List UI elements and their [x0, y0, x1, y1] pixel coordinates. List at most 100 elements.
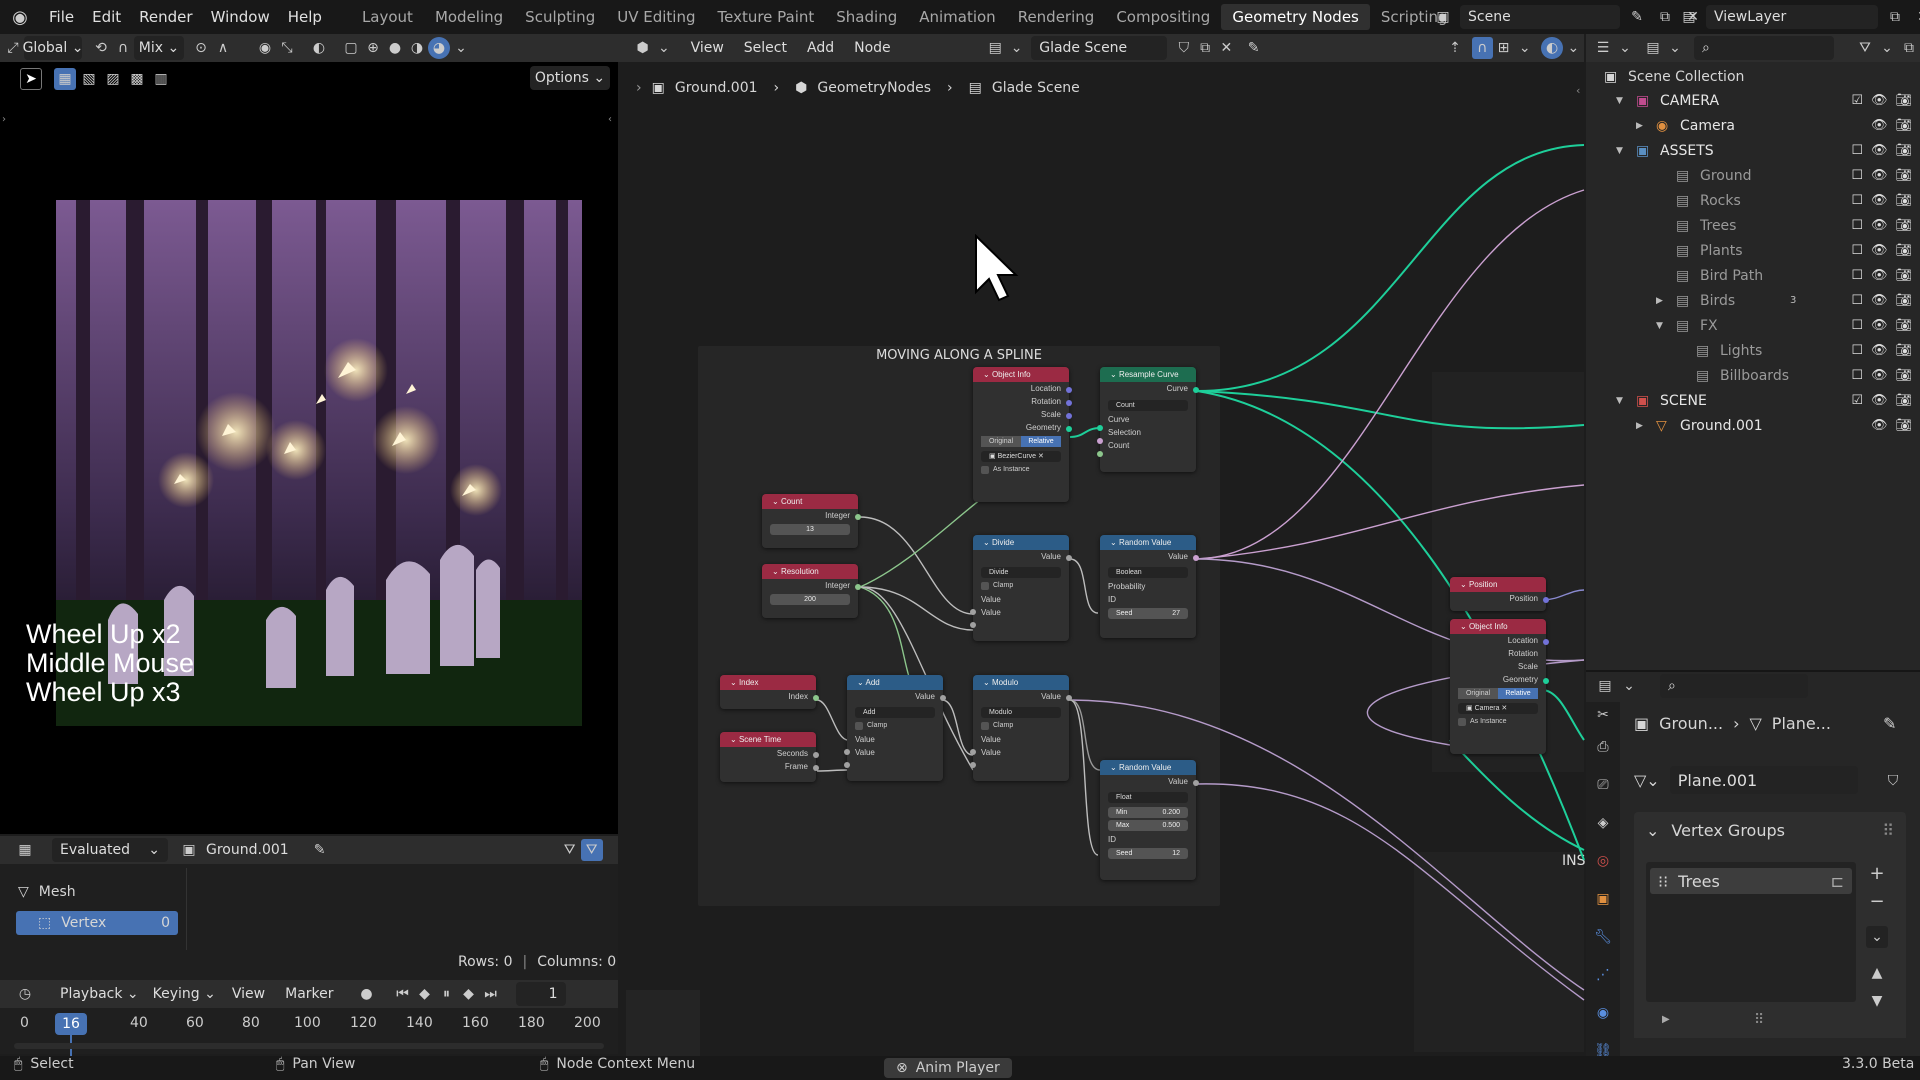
data-type-dropdown[interactable]: Float: [1108, 792, 1188, 803]
outliner-row-ground-001[interactable]: ▶ ▽ Ground.001 👁︎ 📷︎: [1586, 413, 1920, 438]
node-object-info-camera[interactable]: ⌄ Object Info Location Rotation Scale Ge…: [1450, 619, 1549, 754]
render-camera-icon[interactable]: 📷︎: [1895, 243, 1912, 258]
add-group-button[interactable]: +: [1866, 862, 1888, 884]
render-camera-icon[interactable]: 📷︎: [1895, 318, 1912, 333]
seed-field[interactable]: Seed 12: [1108, 848, 1188, 859]
seed-field[interactable]: Seed 27: [1108, 608, 1188, 619]
exclude-checkbox[interactable]: ☐: [1851, 343, 1863, 358]
exclude-checkbox[interactable]: ☐: [1851, 143, 1863, 158]
crumb-object[interactable]: Groun...: [1659, 714, 1723, 733]
visibility-eye-icon[interactable]: 👁︎: [1871, 118, 1888, 133]
as-instance-checkbox[interactable]: As Instance: [1458, 716, 1538, 727]
visibility-eye-icon[interactable]: 👁︎: [1871, 343, 1888, 358]
scene-tab-icon[interactable]: ◈: [1592, 812, 1614, 834]
render-camera-icon[interactable]: 📷︎: [1895, 293, 1912, 308]
remove-group-button[interactable]: −: [1866, 890, 1888, 912]
dropdown-icon[interactable]: ⌄: [1876, 37, 1898, 59]
exclude-checkbox[interactable]: ☑: [1851, 93, 1863, 108]
particles-tab-icon[interactable]: ⋰: [1592, 964, 1614, 986]
node-object-info[interactable]: ⌄ Object Info Location Rotation Scale Ge…: [973, 367, 1072, 502]
exclude-checkbox[interactable]: ☐: [1851, 218, 1863, 233]
render-camera-icon[interactable]: 📷︎: [1895, 218, 1912, 233]
lock-icon[interactable]: ⊏: [1831, 872, 1844, 891]
properties-search[interactable]: ⌕: [1660, 674, 1808, 698]
visibility-eye-icon[interactable]: 👁︎: [1871, 418, 1888, 433]
display-mode-icon[interactable]: ▤: [1642, 37, 1664, 59]
outliner-editor-icon[interactable]: ☰: [1592, 37, 1614, 59]
min-field[interactable]: Min 0.200: [1108, 807, 1188, 818]
outliner-row-ground[interactable]: ▤ Ground ☐ 👁︎ 📷︎: [1586, 163, 1920, 188]
clamp-checkbox[interactable]: Clamp: [855, 720, 935, 731]
node-divide[interactable]: ⌄ Divide Value Divide Clamp Value Value: [970, 535, 1072, 641]
list-expand-icon[interactable]: ▶: [1662, 1014, 1670, 1025]
operation-dropdown[interactable]: Modulo: [981, 707, 1061, 718]
outliner-scene-collection[interactable]: ▣ Scene Collection: [1586, 64, 1920, 89]
expand-arrow-icon[interactable]: ▼: [1616, 396, 1623, 406]
node-resolution[interactable]: ⌄ Resolution Integer 200: [762, 564, 861, 618]
visibility-eye-icon[interactable]: 👁︎: [1871, 243, 1888, 258]
outliner-row-rocks[interactable]: ▤ Rocks ☐ 👁︎ 📷︎: [1586, 188, 1920, 213]
outliner-row-camera[interactable]: ▶ ◉ Camera 👁︎ 📷︎: [1586, 113, 1920, 138]
operation-dropdown[interactable]: Add: [855, 707, 935, 718]
render-camera-icon[interactable]: 📷︎: [1895, 418, 1912, 433]
move-up-icon[interactable]: ▲: [1866, 962, 1888, 984]
data-name-field[interactable]: Plane.001: [1669, 766, 1858, 794]
render-camera-icon[interactable]: 📷︎: [1895, 193, 1912, 208]
visibility-eye-icon[interactable]: 👁︎: [1871, 368, 1888, 383]
filter-icon[interactable]: ⛛: [1854, 37, 1876, 59]
outliner-row-lights[interactable]: ▤ Lights ☐ 👁︎ 📷︎: [1586, 338, 1920, 363]
visibility-eye-icon[interactable]: 👁︎: [1871, 93, 1888, 108]
resolution-value-field[interactable]: 200: [770, 594, 850, 605]
object-tab-icon[interactable]: ▣: [1592, 888, 1614, 910]
max-field[interactable]: Max 0.500: [1108, 820, 1188, 831]
visibility-eye-icon[interactable]: 👁︎: [1871, 268, 1888, 283]
outliner-row-trees[interactable]: ▤ Trees ☐ 👁︎ 📷︎: [1586, 213, 1920, 238]
operation-dropdown[interactable]: Divide: [981, 567, 1061, 578]
visibility-eye-icon[interactable]: 👁︎: [1871, 318, 1888, 333]
render-camera-icon[interactable]: 📷︎: [1895, 93, 1912, 108]
seg-original[interactable]: Original: [981, 436, 1021, 447]
object-field[interactable]: ▣ BezierCurve ✕: [981, 451, 1061, 462]
exclude-checkbox[interactable]: ☑: [1851, 393, 1863, 408]
exclude-checkbox[interactable]: ☐: [1851, 318, 1863, 333]
node-random-value-float[interactable]: ⌄ Random Value Value Float Min 0.200 Max 0…: [1100, 760, 1199, 880]
transform-space-toggle[interactable]: Original Relative: [1458, 688, 1538, 699]
dropdown-icon[interactable]: ⌄: [1614, 37, 1636, 59]
render-tab-icon[interactable]: ⎙: [1592, 736, 1614, 758]
exclude-checkbox[interactable]: ☐: [1851, 368, 1863, 383]
node-modulo[interactable]: ⌄ Modulo Value Modulo Clamp Value Value: [970, 675, 1072, 781]
outliner-row-scene[interactable]: ▼ ▣ SCENE ☑ 👁︎ 📷︎: [1586, 388, 1920, 413]
expand-arrow-icon[interactable]: ▼: [1656, 321, 1663, 331]
render-camera-icon[interactable]: 📷︎: [1895, 168, 1912, 183]
outliner-row-billboards[interactable]: ▤ Billboards ☐ 👁︎ 📷︎: [1586, 363, 1920, 388]
object-field[interactable]: ▣ Camera ✕: [1458, 703, 1538, 714]
count-value-field[interactable]: 13: [770, 524, 850, 535]
outliner-row-bird-path[interactable]: ▤ Bird Path ☐ 👁︎ 📷︎: [1586, 263, 1920, 288]
seg-relative[interactable]: Relative: [1498, 688, 1538, 699]
node-random-value-boolean[interactable]: ⌄ Random Value Value Boolean Probability…: [1100, 535, 1199, 638]
outliner-row-assets[interactable]: ▼ ▣ ASSETS ☐ 👁︎ 📷︎: [1586, 138, 1920, 163]
new-collection-icon[interactable]: ⧉: [1898, 37, 1920, 59]
exclude-checkbox[interactable]: ☐: [1851, 243, 1863, 258]
vertex-group-item[interactable]: ⁝⁝ Trees ⊏: [1650, 868, 1852, 894]
render-camera-icon[interactable]: 📷︎: [1895, 118, 1912, 133]
outliner-row-fx[interactable]: ▼ ▤ FX ☐ 👁︎ 📷︎: [1586, 313, 1920, 338]
clamp-checkbox[interactable]: Clamp: [981, 720, 1061, 731]
node-index[interactable]: ⌄ Index Index: [720, 675, 819, 709]
visibility-eye-icon[interactable]: 👁︎: [1871, 293, 1888, 308]
render-camera-icon[interactable]: 📷︎: [1895, 343, 1912, 358]
node-position[interactable]: ⌄ Position Position: [1450, 577, 1549, 611]
exclude-checkbox[interactable]: ☐: [1851, 268, 1863, 283]
visibility-eye-icon[interactable]: 👁︎: [1871, 393, 1888, 408]
dropdown-icon[interactable]: ⌄: [1664, 37, 1686, 59]
render-camera-icon[interactable]: 📷︎: [1895, 368, 1912, 383]
as-instance-checkbox[interactable]: As Instance: [981, 464, 1061, 475]
node-scene-time[interactable]: ⌄ Scene Time Seconds Frame: [720, 732, 819, 782]
outliner-row-plants[interactable]: ▤ Plants ☐ 👁︎ 📷︎: [1586, 238, 1920, 263]
list-resize-icon[interactable]: ⠿: [1754, 1012, 1764, 1028]
properties-editor-icon[interactable]: ▤: [1594, 675, 1616, 697]
render-camera-icon[interactable]: 📷︎: [1895, 268, 1912, 283]
expand-arrow-icon[interactable]: ▶: [1636, 121, 1643, 131]
drag-handle-icon[interactable]: ⠿: [1882, 821, 1894, 840]
mode-dropdown[interactable]: Count: [1108, 400, 1188, 411]
